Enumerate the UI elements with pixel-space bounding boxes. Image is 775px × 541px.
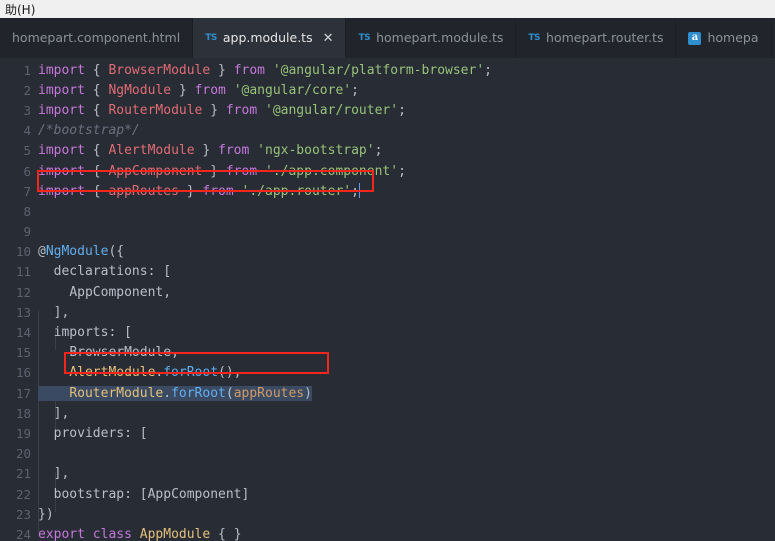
- code-content: 1 import { BrowserModule } from '@angula…: [0, 58, 775, 541]
- line-text: ],: [53, 405, 70, 421]
- ts-file-icon: TS: [528, 33, 541, 43]
- line-text: }): [38, 506, 54, 522]
- line-text: ],: [53, 304, 70, 320]
- code-line: 4 /*bootstrap*/: [0, 121, 775, 141]
- tab-label: homepart.router.ts: [546, 29, 664, 45]
- code-line: 13 ],: [0, 302, 775, 322]
- code-line: 3 import { RouterModule } from '@angular…: [0, 100, 775, 120]
- code-line: 6 import { AppComponent } from './app.co…: [0, 161, 775, 181]
- line-text: /*bootstrap*/: [38, 123, 140, 139]
- code-line: 14 imports: [: [0, 322, 775, 342]
- code-line: 20: [0, 444, 775, 464]
- ts-file-icon: TS: [205, 33, 217, 43]
- line-text: import { BrowserModule } from '@angular/…: [38, 62, 492, 78]
- line-number: 20: [15, 446, 31, 462]
- line-number: 11: [15, 264, 31, 280]
- tab-homepart-truncated[interactable]: a homepa: [676, 18, 772, 58]
- line-number: 3: [23, 102, 31, 118]
- code-line: 12 AppComponent,: [0, 282, 775, 302]
- line-text: import { appRoutes } from './app.router'…: [38, 183, 361, 200]
- code-line: 7 import { appRoutes } from './app.route…: [0, 181, 775, 201]
- line-number: 22: [15, 486, 31, 502]
- line-text: bootstrap: [AppComponent]: [53, 486, 250, 502]
- line-number: 23: [15, 506, 31, 522]
- line-number: 24: [15, 526, 31, 541]
- code-line-selected: 17 RouterModule.forRoot(appRoutes): [0, 383, 775, 403]
- line-number: 14: [15, 325, 31, 341]
- close-icon[interactable]: ✕: [323, 32, 334, 45]
- line-number: 21: [15, 466, 31, 482]
- line-text: BrowserModule,: [69, 345, 179, 361]
- line-text: declarations: [: [53, 264, 172, 280]
- line-text: AlertModule.forRoot(),: [69, 365, 242, 381]
- line-text: providers: [: [53, 425, 148, 441]
- line-number: 13: [15, 304, 31, 320]
- tab-label: app.module.ts: [222, 29, 313, 45]
- code-line: 22 bootstrap: [AppComponent]: [0, 484, 775, 504]
- code-line: 11 declarations: [: [0, 262, 775, 282]
- line-text: export class AppModule { }: [38, 526, 242, 541]
- line-text: AppComponent,: [69, 284, 172, 300]
- line-text: imports: [: [53, 325, 132, 341]
- code-line: 16 AlertModule.forRoot(),: [0, 363, 775, 383]
- tab-homepart-module-ts[interactable]: TS homepart.module.ts: [346, 18, 517, 58]
- menu-bar: 助(H): [0, 0, 775, 18]
- line-number: 2: [23, 82, 31, 98]
- code-line: 1 import { BrowserModule } from '@angula…: [0, 60, 775, 80]
- line-text: import { NgModule } from '@angular/core'…: [38, 82, 359, 98]
- line-number: 1: [23, 62, 31, 78]
- code-line: 18 ],: [0, 403, 775, 423]
- tab-label: homepart.module.ts: [376, 29, 504, 45]
- line-number: 9: [23, 224, 31, 240]
- line-text: import { AppComponent } from './app.comp…: [38, 163, 406, 179]
- line-number: 10: [15, 244, 31, 260]
- line-text: ],: [53, 466, 70, 482]
- tab-bar-actions: [772, 18, 775, 58]
- line-number: 7: [23, 183, 31, 199]
- tab-label: homepa: [707, 29, 759, 45]
- tab-label: homepart.component.html: [12, 29, 181, 45]
- tab-homepart-component-html[interactable]: homepart.component.html: [0, 18, 194, 58]
- angular-file-icon: a: [688, 31, 702, 45]
- tab-homepart-router-ts[interactable]: TS homepart.router.ts: [516, 18, 677, 58]
- text-cursor: [358, 183, 361, 199]
- line-number: 12: [15, 284, 31, 300]
- editor-tab-bar: homepart.component.html TS app.module.ts…: [0, 18, 775, 58]
- line-number: 16: [15, 365, 31, 381]
- line-number: 5: [23, 143, 31, 159]
- line-number: 17: [15, 385, 31, 401]
- line-text: import { RouterModule } from '@angular/r…: [38, 102, 406, 118]
- line-text: RouterModule.forRoot(appRoutes): [31, 385, 775, 401]
- line-number: 6: [23, 163, 31, 179]
- code-line: 9: [0, 222, 775, 242]
- code-line: 19 providers: [: [0, 423, 775, 443]
- code-editor[interactable]: 1 import { BrowserModule } from '@angula…: [0, 58, 775, 541]
- line-number: 18: [15, 405, 31, 421]
- code-line: 8: [0, 201, 775, 221]
- line-number: 8: [23, 203, 31, 219]
- tab-app-module-ts[interactable]: TS app.module.ts ✕: [193, 18, 347, 58]
- code-line: 23 }): [0, 504, 775, 524]
- line-text: import { AlertModule } from 'ngx-bootstr…: [38, 143, 383, 159]
- code-line: 5 import { AlertModule } from 'ngx-boots…: [0, 141, 775, 161]
- code-line: 10 @NgModule({: [0, 242, 775, 262]
- ts-file-icon: TS: [358, 33, 371, 43]
- code-line: 2 import { NgModule } from '@angular/cor…: [0, 80, 775, 100]
- line-number: 19: [15, 425, 31, 441]
- line-number: 4: [23, 123, 31, 139]
- menu-item-help[interactable]: 助(H): [3, 1, 37, 18]
- line-number: 15: [15, 345, 31, 361]
- code-line: 15 BrowserModule,: [0, 343, 775, 363]
- line-text: @NgModule({: [38, 244, 125, 260]
- code-line: 24 export class AppModule { }: [0, 524, 775, 541]
- code-line: 21 ],: [0, 464, 775, 484]
